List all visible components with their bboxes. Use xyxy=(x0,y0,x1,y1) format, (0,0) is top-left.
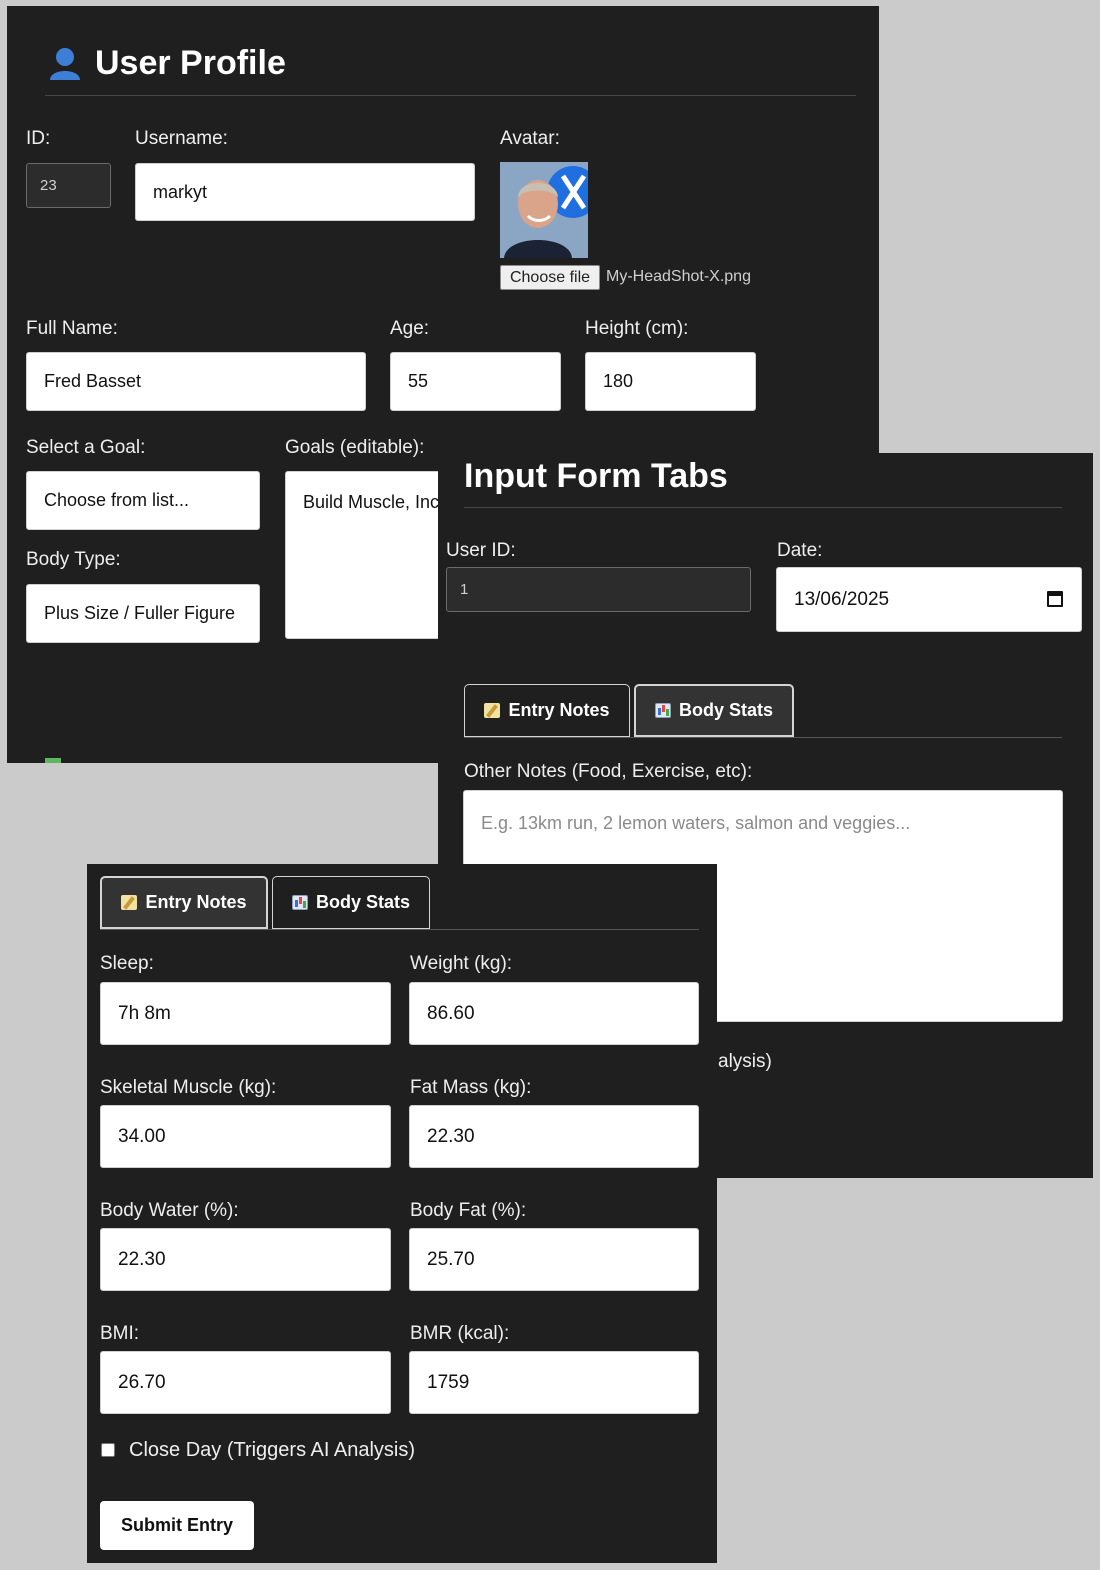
submit-entry-button[interactable]: Submit Entry xyxy=(100,1501,254,1550)
tab-entry-notes[interactable]: Entry Notes xyxy=(464,684,630,737)
form-title-divider xyxy=(464,507,1062,508)
bmr-input[interactable]: 1759 xyxy=(409,1351,699,1414)
goal-select[interactable]: Choose from list... xyxy=(26,471,260,530)
memo-icon xyxy=(484,703,501,718)
avatar-image xyxy=(500,162,588,258)
id-label: ID: xyxy=(26,128,51,149)
body-stats-panel: Entry Notes Body Stats Sleep: 7h 8m Weig… xyxy=(87,864,717,1563)
date-input[interactable]: 13/06/2025 xyxy=(776,567,1082,632)
goals-label: Goals (editable): xyxy=(285,437,425,458)
tab-body-stats-label: Body Stats xyxy=(678,700,774,720)
username-label: Username: xyxy=(135,128,228,149)
close-day-checkbox[interactable] xyxy=(101,1443,115,1457)
age-label: Age: xyxy=(390,318,430,339)
notes-label: Other Notes (Food, Exercise, etc): xyxy=(464,761,753,782)
checkbox-icon xyxy=(45,758,61,763)
form-title: Input Form Tabs xyxy=(464,457,728,495)
tab-divider-2 xyxy=(100,929,699,930)
fullname-input[interactable]: Fred Basset xyxy=(26,352,366,411)
bodyfat-input[interactable]: 25.70 xyxy=(409,1228,699,1291)
tab-body-stats[interactable]: Body Stats xyxy=(634,684,794,737)
tab-body-stats-2[interactable]: Body Stats xyxy=(272,876,430,929)
avatar-label: Avatar: xyxy=(500,128,560,149)
tab-entry-notes-2[interactable]: Entry Notes xyxy=(100,876,268,929)
muscle-input[interactable]: 34.00 xyxy=(100,1105,391,1168)
userid-label: User ID: xyxy=(446,540,516,561)
fatmass-input[interactable]: 22.30 xyxy=(409,1105,699,1168)
choose-file-button[interactable]: Choose file xyxy=(500,265,600,290)
bmi-label: BMI: xyxy=(100,1323,140,1344)
height-label: Height (cm): xyxy=(585,318,689,339)
bmr-label: BMR (kcal): xyxy=(410,1323,510,1344)
date-value: 13/06/2025 xyxy=(794,588,890,610)
title-divider xyxy=(45,95,856,96)
height-input[interactable]: 180 xyxy=(585,352,756,411)
page-title: User Profile xyxy=(95,44,286,82)
tab-entry-notes-label-2: Entry Notes xyxy=(145,892,247,912)
sleep-input[interactable]: 7h 8m xyxy=(100,982,391,1045)
weight-input[interactable]: 86.60 xyxy=(409,982,699,1045)
fatmass-label: Fat Mass (kg): xyxy=(410,1077,532,1098)
userid-field[interactable]: 1 xyxy=(446,567,751,612)
file-name: My-HeadShot-X.png xyxy=(606,268,751,285)
fullname-label: Full Name: xyxy=(26,318,118,339)
calendar-icon[interactable] xyxy=(1047,591,1063,607)
date-label: Date: xyxy=(777,540,823,561)
age-input[interactable]: 55 xyxy=(390,352,561,411)
weight-label: Weight (kg): xyxy=(410,953,513,974)
bmi-input[interactable]: 26.70 xyxy=(100,1351,391,1414)
sleep-label: Sleep: xyxy=(100,953,154,974)
goal-select-label: Select a Goal: xyxy=(26,437,146,458)
muscle-label: Skeletal Muscle (kg): xyxy=(100,1077,277,1098)
tab-divider xyxy=(464,737,1062,738)
tab-body-stats-label-2: Body Stats xyxy=(315,892,411,912)
chart-icon xyxy=(291,895,308,910)
water-input[interactable]: 22.30 xyxy=(100,1228,391,1291)
close-day-label: Close Day (Triggers AI Analysis) xyxy=(129,1439,416,1461)
close-day-partial-label: alysis) xyxy=(718,1051,772,1072)
username-input[interactable]: markyt xyxy=(135,163,475,221)
bodyfat-label: Body Fat (%): xyxy=(410,1200,527,1221)
bodytype-label: Body Type: xyxy=(26,549,121,570)
id-field[interactable]: 23 xyxy=(26,163,111,208)
bodytype-select[interactable]: Plus Size / Fuller Figure xyxy=(26,584,260,643)
chart-icon xyxy=(654,703,671,718)
tab-entry-notes-label: Entry Notes xyxy=(508,700,610,720)
memo-icon xyxy=(121,895,138,910)
user-icon xyxy=(48,46,82,80)
water-label: Body Water (%): xyxy=(100,1200,239,1221)
